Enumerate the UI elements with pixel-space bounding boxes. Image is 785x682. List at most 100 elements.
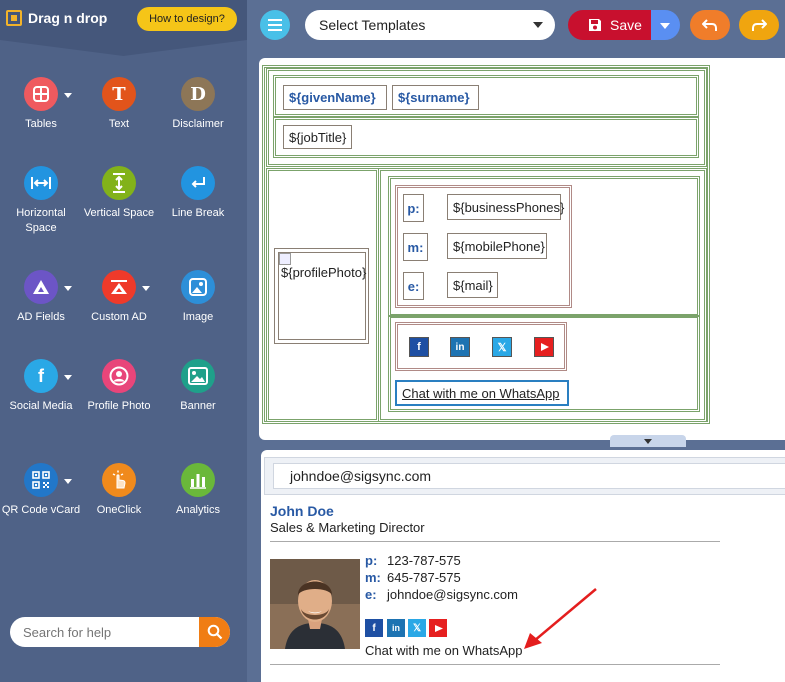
horizontal-space-icon [24, 166, 58, 200]
mobile-phone-field[interactable]: ${mobilePhone} [447, 233, 547, 259]
profile-photo-placeholder[interactable]: ${profilePhoto} [274, 248, 369, 344]
given-name-field[interactable]: ${givenName} [283, 85, 387, 110]
redo-icon [752, 19, 767, 31]
chevron-down-icon [533, 22, 543, 28]
chevron-down-icon[interactable] [142, 286, 150, 291]
email-label[interactable]: e: [403, 272, 424, 300]
redo-button[interactable] [739, 10, 779, 40]
tool-oneclick[interactable]: OneClick [79, 463, 159, 518]
mobile-value: 645-787-575 [387, 570, 461, 585]
help-search [10, 617, 230, 647]
tool-banner[interactable]: Banner [158, 359, 238, 414]
tool-label: Social Media [9, 400, 73, 412]
tool-label: QR Code vCard [1, 504, 81, 516]
chevron-down-icon[interactable] [64, 375, 72, 380]
undo-icon [702, 19, 717, 31]
avatar [270, 559, 360, 649]
job-title-field[interactable]: ${jobTitle} [283, 125, 352, 149]
qr-code-icon [24, 463, 72, 497]
broken-image-icon [279, 253, 291, 265]
menu-icon [268, 19, 282, 21]
tool-label: Banner [180, 400, 216, 412]
tool-horizontal-space[interactable]: Horizontal Space [1, 166, 81, 236]
tool-label: Analytics [175, 504, 221, 516]
disclaimer-icon: D [181, 77, 215, 111]
mobile-label: m: [365, 570, 381, 585]
top-toolbar: Select Templates Save [247, 0, 785, 52]
tool-label: Profile Photo [87, 400, 151, 412]
save-options-dropdown[interactable] [651, 10, 680, 40]
tool-ad-fields[interactable]: AD Fields [1, 270, 81, 325]
chevron-down-icon[interactable] [64, 93, 72, 98]
preview-email-field[interactable]: johndoe@sigsync.com [273, 463, 785, 489]
business-phones-field[interactable]: ${businessPhones} [447, 194, 564, 220]
image-icon [181, 270, 215, 304]
divider [270, 664, 720, 665]
tool-disclaimer[interactable]: D Disclaimer [158, 77, 238, 132]
table-icon [24, 77, 72, 111]
chevron-down-icon[interactable] [64, 479, 72, 484]
tool-label: Text [108, 118, 130, 130]
preview-mobile-row: m: 645-787-575 [365, 570, 461, 585]
phone-value: 123-787-575 [387, 553, 461, 568]
tool-analytics[interactable]: Analytics [158, 463, 238, 518]
tool-label: Custom AD [91, 311, 147, 323]
phone-label: p: [365, 553, 378, 568]
x-icon[interactable]: 𝕏 [408, 619, 426, 637]
linkedin-icon[interactable]: in [450, 337, 470, 357]
tool-label: OneClick [96, 504, 142, 516]
tool-custom-ad[interactable]: Custom AD [79, 270, 159, 325]
preview-title: Sales & Marketing Director [270, 520, 425, 535]
save-icon [589, 19, 601, 31]
tool-qr-code[interactable]: QR Code vCard [1, 463, 81, 518]
tool-label: Horizontal Space [16, 207, 66, 234]
collapse-preview-toggle[interactable] [610, 435, 686, 447]
tool-line-break[interactable]: Line Break [158, 166, 238, 221]
tool-label: Line Break [171, 207, 225, 219]
template-select[interactable]: Select Templates [305, 10, 555, 40]
help-search-input[interactable] [10, 617, 199, 647]
drag-drop-icon [6, 10, 22, 26]
template-select-value: Select Templates [319, 17, 426, 33]
tool-label: AD Fields [17, 311, 65, 323]
email-value[interactable]: johndoe@sigsync.com [387, 587, 518, 602]
save-button[interactable]: Save [568, 10, 652, 40]
tool-label: Vertical Space [83, 207, 155, 219]
how-to-design-button[interactable]: How to design? [137, 7, 237, 31]
search-button[interactable] [199, 617, 230, 647]
analytics-icon [181, 463, 215, 497]
preview-profile-photo [270, 559, 360, 649]
tool-tables[interactable]: Tables [1, 77, 81, 132]
whatsapp-link[interactable]: Chat with me on WhatsApp [395, 380, 569, 406]
facebook-icon[interactable]: f [409, 337, 429, 357]
tool-social-media[interactable]: f Social Media [1, 359, 81, 414]
profile-photo-icon [102, 359, 136, 393]
chevron-down-icon[interactable] [64, 286, 72, 291]
linkedin-icon[interactable]: in [387, 619, 405, 637]
facebook-icon[interactable]: f [365, 619, 383, 637]
red-arrow-annotation [524, 588, 597, 649]
signature-preview: johndoe@sigsync.com John Doe Sales & Mar… [261, 450, 785, 682]
surname-field[interactable]: ${surname} [392, 85, 479, 110]
hamburger-menu-button[interactable] [260, 10, 290, 40]
tool-text[interactable]: T Text [79, 77, 159, 132]
youtube-icon[interactable] [534, 337, 554, 357]
preview-whatsapp-link[interactable]: Chat with me on WhatsApp [365, 643, 523, 658]
tool-profile-photo[interactable]: Profile Photo [79, 359, 159, 414]
facebook-glyph: f [38, 365, 44, 386]
tool-label: Disclaimer [172, 118, 224, 130]
app-title: Drag n drop [28, 10, 108, 26]
undo-button[interactable] [690, 10, 730, 40]
youtube-icon[interactable] [429, 619, 447, 637]
tool-image[interactable]: Image [158, 270, 238, 325]
menu-icon [268, 29, 282, 31]
mobile-label[interactable]: m: [403, 233, 428, 261]
tool-vertical-space[interactable]: Vertical Space [79, 166, 159, 221]
signature-editor-canvas: ${givenName} ${surname} ${jobTitle} ${pr… [259, 58, 785, 440]
preview-phone-row: p: 123-787-575 [365, 553, 461, 568]
phone-label[interactable]: p: [403, 194, 424, 222]
x-icon[interactable]: 𝕏 [492, 337, 512, 357]
mail-field[interactable]: ${mail} [447, 272, 498, 298]
text-icon: T [102, 77, 136, 111]
ad-fields-icon [24, 270, 72, 304]
